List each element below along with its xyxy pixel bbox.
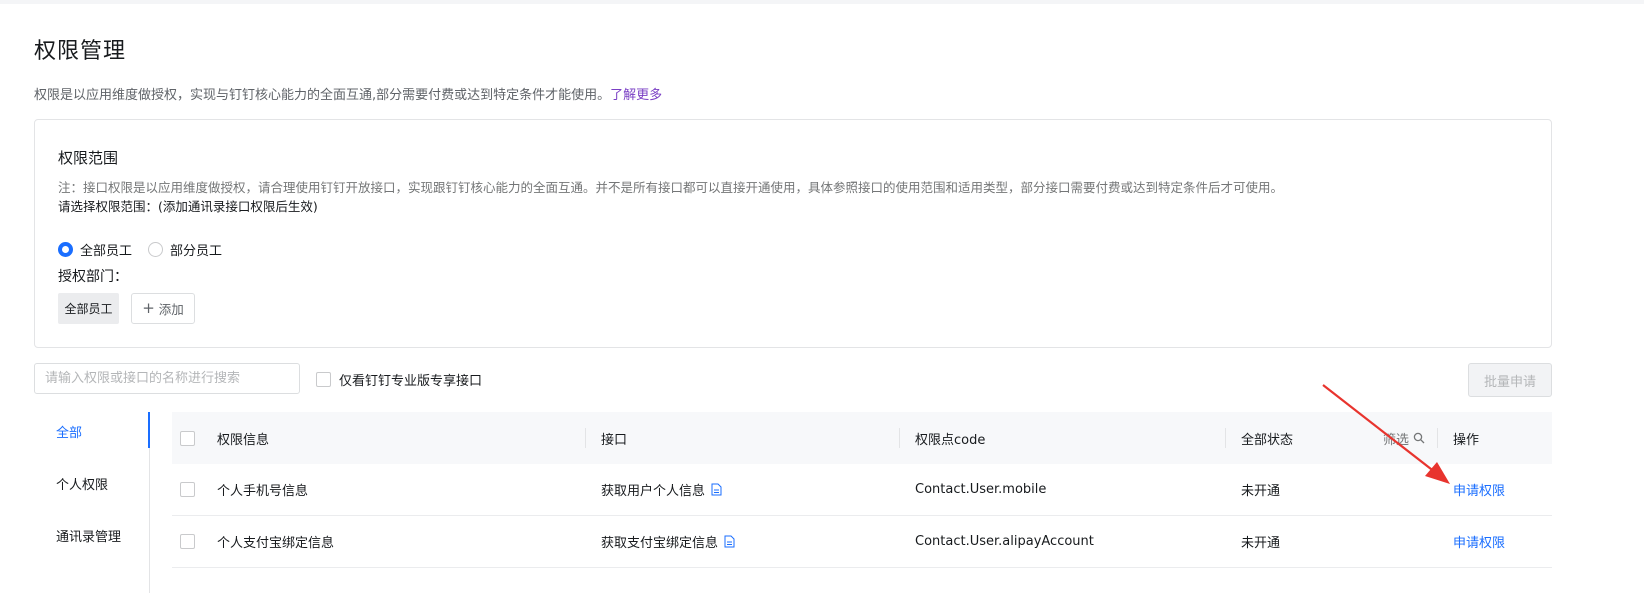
search-icon <box>1413 432 1425 444</box>
document-icon[interactable] <box>724 535 735 548</box>
batch-apply-button[interactable]: 批量申请 <box>1468 363 1552 397</box>
page-title: 权限管理 <box>34 39 127 64</box>
column-divider <box>899 428 900 448</box>
scope-card: 权限范围 注：接口权限是以应用维度做授权，请合理使用钉钉开放接口，实现跟钉钉核心… <box>34 119 1552 348</box>
table-row: 个人手机号信息 获取用户个人信息 Contact.User.mobile 未开通… <box>172 464 1552 516</box>
document-icon[interactable] <box>711 483 722 496</box>
row-checkbox-cell <box>180 464 195 515</box>
scope-radio-group: 全部员工 部分员工 <box>58 240 238 259</box>
scope-title: 权限范围 <box>58 149 119 167</box>
apply-permission-link[interactable]: 申请权限 <box>1453 516 1505 567</box>
row-status: 未开通 <box>1241 484 1281 499</box>
header-api: 接口 <box>601 432 628 448</box>
row-info: 个人支付宝绑定信息 <box>217 536 335 551</box>
header-status[interactable]: 全部状态 <box>1241 412 1293 464</box>
column-divider <box>1225 428 1226 448</box>
page-description-text: 权限是以应用维度做授权，实现与钉钉核心能力的全面互通,部分需要付费或达到特定条件… <box>34 88 611 103</box>
header-checkbox-cell <box>180 412 195 464</box>
side-nav-item-contacts[interactable]: 通讯录管理 <box>56 526 121 545</box>
radio-label-partial-staff: 部分员工 <box>170 244 223 259</box>
row-checkbox[interactable] <box>180 534 195 549</box>
search-input[interactable] <box>34 363 300 394</box>
radio-all-staff[interactable]: 全部员工 <box>58 240 132 259</box>
only-pro-label: 仅看钉钉专业版专享接口 <box>339 374 483 389</box>
row-status: 未开通 <box>1241 536 1281 551</box>
permission-page: 权限管理 权限是以应用维度做授权，实现与钉钉核心能力的全面互通,部分需要付费或达… <box>0 4 1644 593</box>
add-dept-button[interactable]: + 添加 <box>131 293 195 324</box>
radio-partial-staff[interactable]: 部分员工 <box>148 240 222 259</box>
row-checkbox[interactable] <box>180 482 195 497</box>
side-nav-item-personal[interactable]: 个人权限 <box>56 474 108 493</box>
side-nav: 全部 个人权限 通讯录管理 <box>34 412 150 593</box>
header-info: 权限信息 <box>217 432 270 448</box>
side-nav-item-all[interactable]: 全部 <box>56 422 82 441</box>
row-api: 获取支付宝绑定信息 <box>601 516 735 567</box>
row-api-label[interactable]: 获取用户个人信息 <box>601 480 705 499</box>
dept-tag: 全部员工 <box>58 293 119 324</box>
status-filter-label: 筛选 <box>1383 432 1410 448</box>
page-description: 权限是以应用维度做授权，实现与钉钉核心能力的全面互通,部分需要付费或达到特定条件… <box>34 84 662 103</box>
scope-choose-hint: 请选择权限范围：(添加通讯录接口权限后生效) <box>58 199 318 214</box>
apply-permission-link[interactable]: 申请权限 <box>1453 464 1505 515</box>
scope-note: 注：接口权限是以应用维度做授权，请合理使用钉钉开放接口，实现跟钉钉核心能力的全面… <box>58 180 1284 195</box>
table-header: 权限信息 接口 权限点code 全部状态 筛选 操作 <box>172 412 1552 464</box>
radio-unchecked-icon <box>148 242 164 257</box>
radio-checked-icon <box>58 242 73 257</box>
row-code: Contact.User.mobile <box>915 482 1047 497</box>
row-checkbox-cell <box>180 516 195 567</box>
table-row: 个人支付宝绑定信息 获取支付宝绑定信息 Contact.User.alipayA… <box>172 516 1552 568</box>
plus-icon: + <box>142 299 155 317</box>
header-op: 操作 <box>1453 432 1480 448</box>
row-info: 个人手机号信息 <box>217 484 309 499</box>
side-nav-active-indicator <box>148 412 150 448</box>
checkbox-icon[interactable] <box>316 372 331 387</box>
radio-label-all-staff: 全部员工 <box>80 244 133 259</box>
header-code: 权限点code <box>915 432 986 448</box>
select-all-checkbox[interactable] <box>180 430 195 446</box>
row-code: Contact.User.alipayAccount <box>915 534 1094 549</box>
learn-more-link[interactable]: 了解更多 <box>610 88 662 103</box>
status-filter[interactable]: 筛选 <box>1383 412 1425 464</box>
row-api-label[interactable]: 获取支付宝绑定信息 <box>601 532 718 551</box>
column-divider <box>585 428 586 448</box>
permission-table: 权限信息 接口 权限点code 全部状态 筛选 操作 个人手机号信息 获取用户个… <box>172 412 1552 568</box>
only-pro-filter[interactable]: 仅看钉钉专业版专享接口 <box>316 370 482 389</box>
dept-label: 授权部门： <box>58 269 128 285</box>
add-dept-label: 添加 <box>158 302 184 317</box>
row-api: 获取用户个人信息 <box>601 464 722 515</box>
column-divider <box>1437 428 1438 448</box>
